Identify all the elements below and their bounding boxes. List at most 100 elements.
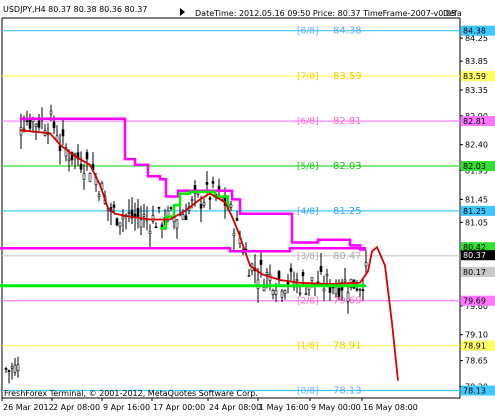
murrey-level-value: 82.81 [333, 116, 362, 127]
price-label-text: 78.91 [463, 342, 486, 351]
price-label-text: 78.13 [463, 387, 486, 396]
candle-body [28, 119, 32, 129]
candle-body [121, 216, 125, 220]
candle-body [115, 218, 119, 226]
candle-body [229, 204, 233, 208]
y-tick-label: 78.65 [465, 357, 488, 366]
x-tick-label: 24 Apr 08:00 [209, 403, 261, 412]
candle-body [343, 279, 347, 283]
candle-body [175, 219, 179, 229]
murrey-level-tag: [2/8] [297, 297, 319, 307]
candle-body [247, 275, 251, 277]
candle-body [337, 287, 341, 297]
price-label-text: 80.37 [463, 251, 486, 260]
murrey-level-value: 80.47 [333, 251, 362, 262]
candle-body [79, 163, 83, 170]
candle-body [7, 370, 11, 372]
candle-body [262, 287, 266, 291]
candle-body [61, 129, 65, 137]
candle-body [295, 279, 299, 281]
murrey-level-value: 82.03 [333, 161, 362, 172]
candle-body [13, 364, 17, 373]
price-label-text: 84.38 [463, 27, 486, 36]
candle-body [67, 158, 71, 162]
candle-body [202, 202, 206, 206]
candle-body [208, 197, 212, 200]
indicator-info-header: DateTime: 2012.05.16 09:50 Price: 80.37 … [195, 9, 456, 18]
candle-body [52, 121, 56, 129]
candle-body [196, 192, 200, 195]
murrey-level-tag: [8/8] [297, 27, 319, 37]
candle-body [205, 182, 209, 185]
candle-body [10, 366, 14, 369]
candle-body [181, 214, 185, 220]
murrey-level-value: 81.25 [333, 206, 362, 217]
x-tick-label: 2 Apr 08:00 [53, 403, 100, 412]
candle-body [25, 120, 29, 122]
x-tick-label: 16 May 08:00 [363, 403, 418, 412]
x-tick-label: 9 Apr 16:00 [103, 403, 150, 412]
candle-body [136, 207, 140, 217]
murrey-level-value: 78.91 [333, 341, 362, 352]
candle-body [358, 288, 362, 291]
murrey-level-value: 84.38 [333, 26, 362, 37]
candle-body [118, 222, 122, 227]
candle-body [319, 266, 323, 272]
price-label-text: 81.25 [463, 207, 486, 216]
price-label-text: 79.69 [463, 297, 486, 306]
candle-body [169, 207, 173, 210]
murrey-level-value: 78.13 [333, 386, 362, 397]
candle-body [325, 274, 329, 277]
candle-body [88, 173, 92, 182]
x-tick-label: 26 Mar 2012 [3, 403, 54, 412]
candle-body [85, 152, 89, 160]
candle-body [49, 110, 53, 115]
x-tick-label: 17 Apr 00:00 [153, 403, 205, 412]
x-tick-label: 9 May 00:00 [311, 403, 361, 412]
price-label-text: 82.03 [463, 162, 486, 171]
y-tick-label: 83.35 [465, 86, 488, 95]
candle-body [112, 204, 116, 208]
candle-body [232, 232, 236, 236]
y-tick-label: 81.05 [465, 218, 488, 227]
murrey-level-tag: [3/8] [297, 252, 319, 262]
indicator-info-overflow: Defa [443, 9, 462, 18]
murrey-level-tag: [7/8] [297, 72, 319, 82]
candle-body [328, 287, 332, 293]
candle-body [154, 226, 158, 229]
candle-body [58, 145, 62, 151]
chart-window[interactable]: USDJPY,H4 80.37 80.38 80.36 80.37 DateTim… [0, 0, 495, 416]
candle-body [199, 204, 203, 209]
candle-body [142, 214, 146, 217]
candle-body [289, 268, 293, 272]
candle-body [190, 199, 194, 201]
candle-body [280, 290, 284, 298]
price-label-text: 80.17 [463, 268, 486, 277]
y-tick-label: 79.10 [465, 331, 488, 340]
candle-body [310, 277, 314, 281]
murrey-level-tag: [1/8] [297, 342, 319, 352]
murrey-level-value: 83.59 [333, 71, 362, 82]
candle-body [274, 289, 278, 295]
candle-body [346, 292, 350, 302]
candle-body [364, 262, 368, 267]
price-label-text: 82.81 [463, 117, 486, 126]
x-tick-label: 1 May 16:00 [259, 403, 309, 412]
murrey-level-tag: [0/8] [297, 387, 319, 397]
candle-body [304, 293, 308, 295]
y-tick-label: 83.85 [465, 57, 488, 66]
candle-body [148, 230, 152, 234]
y-tick-label: 81.45 [465, 195, 488, 204]
candle-body [235, 218, 239, 221]
price-label-text: 83.59 [463, 72, 486, 81]
header-arrow-icon [180, 8, 185, 16]
price-chart[interactable]: USDJPY,H4 80.37 80.38 80.36 80.37 DateTim… [0, 0, 495, 416]
candle-body [184, 215, 188, 221]
murrey-level-tag: [6/8] [297, 117, 319, 127]
candle-body [82, 173, 86, 180]
candle-body [334, 286, 338, 295]
candle-body [4, 368, 8, 370]
candle-body [151, 215, 155, 222]
candle-body [259, 259, 263, 265]
candle-body [127, 211, 131, 214]
